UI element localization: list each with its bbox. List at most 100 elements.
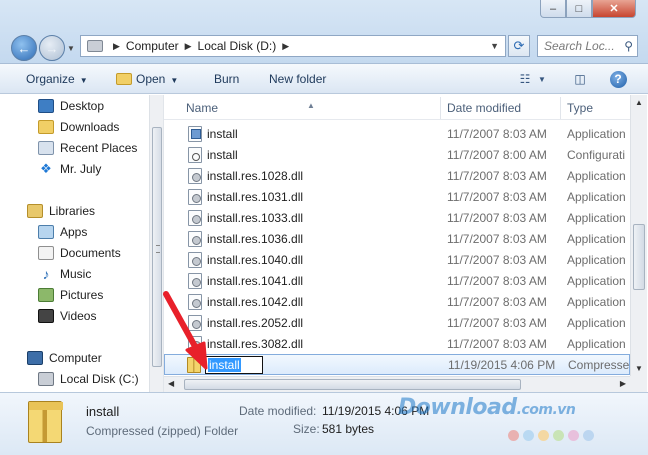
close-button[interactable]: ✕ [592, 0, 636, 18]
new-folder-button[interactable]: New folder [269, 72, 326, 86]
help-button[interactable]: ? [609, 70, 627, 88]
table-row[interactable]: install.res.1042.dll 11/7/2007 8:03 AM App… [164, 291, 630, 312]
refresh-button[interactable]: ⟳ [508, 35, 530, 57]
chevron-right-icon[interactable]: ▶ [282, 41, 289, 52]
nav-item-libraries[interactable]: Libraries [27, 201, 95, 221]
command-bar: Organize ▼ Open ▼ Burn New folder ☷ ▼ ◫ ? [0, 64, 648, 94]
grip-icon [156, 245, 160, 253]
scroll-down-icon[interactable]: ▼ [635, 364, 643, 373]
vertical-scrollbar-thumb[interactable] [633, 224, 645, 290]
file-date: 11/7/2007 8:00 AM [447, 148, 547, 162]
nav-item-computer[interactable]: Computer [27, 348, 102, 368]
column-divider[interactable] [560, 97, 561, 119]
address-dropdown-icon[interactable]: ▼ [490, 41, 499, 51]
table-row[interactable]: install.res.1041.dll 11/7/2007 8:03 AM App… [164, 270, 630, 291]
column-header-name[interactable]: Name [186, 101, 218, 115]
zip-folder-icon [187, 357, 201, 373]
file-type: Application [567, 190, 626, 204]
desktop-icon [38, 99, 54, 113]
exe-icon [188, 126, 202, 142]
file-type: Application [567, 127, 626, 141]
table-row[interactable]: install 11/7/2007 8:00 AM Configurati [164, 144, 630, 165]
column-header-type[interactable]: Type [567, 101, 593, 115]
breadcrumb-computer[interactable]: Computer [126, 39, 179, 53]
table-row[interactable]: install.res.3082.dll 11/7/2007 8:03 AM App… [164, 333, 630, 354]
organize-button[interactable]: Organize ▼ [26, 72, 88, 86]
nav-label: Pictures [60, 288, 104, 302]
file-date: 11/7/2007 8:03 AM [447, 316, 547, 330]
nav-item-local-disk-c[interactable]: Local Disk (C:) [38, 369, 139, 389]
details-pane: install Compressed (zipped) Folder Date … [0, 392, 648, 455]
column-header-date[interactable]: Date modified [447, 101, 521, 115]
nav-item-desktop[interactable]: Desktop [38, 96, 104, 116]
dll-icon [188, 315, 202, 331]
file-type: Application [567, 211, 626, 225]
address-bar[interactable]: ▶ Computer ▶ Local Disk (D:) ▶ ▼ [80, 35, 506, 57]
table-row-selected[interactable]: install 11/19/2015 4:06 PM Compresse [164, 354, 630, 375]
organize-label: Organize [26, 72, 75, 86]
file-type: Configurati [567, 148, 626, 162]
nav-item-recent-places[interactable]: Recent Places [38, 138, 137, 158]
view-options-icon[interactable]: ☷ [516, 70, 534, 88]
apps-library-icon [38, 225, 54, 239]
file-type: Application [567, 169, 626, 183]
size-label: Size: [293, 422, 320, 436]
nav-item-documents[interactable]: Documents [38, 243, 121, 263]
file-type: Application [567, 274, 626, 288]
scroll-up-icon[interactable]: ▲ [635, 98, 643, 107]
search-icon[interactable]: ⚲ [624, 39, 633, 53]
preview-pane-icon[interactable]: ◫ [571, 70, 589, 88]
file-name: install.res.1036.dll [207, 232, 304, 246]
drive-icon [38, 372, 54, 386]
column-divider[interactable] [440, 97, 441, 119]
table-row[interactable]: install.res.1036.dll 11/7/2007 8:03 AM App… [164, 228, 630, 249]
dropbox-icon: ❖ [40, 161, 52, 176]
window-controls: ‒ □ ✕ [540, 0, 636, 18]
table-row[interactable]: install.res.1028.dll 11/7/2007 8:03 AM App… [164, 165, 630, 186]
open-button[interactable]: Open ▼ [116, 72, 178, 86]
watermark-dot [538, 430, 549, 441]
maximize-button[interactable]: □ [566, 0, 592, 18]
scroll-right-icon[interactable]: ▶ [620, 379, 626, 388]
table-row[interactable]: install 11/7/2007 8:03 AM Application [164, 123, 630, 144]
breadcrumb-local-disk-d[interactable]: Local Disk (D:) [198, 39, 277, 53]
nav-item-music[interactable]: ♪ Music [38, 264, 92, 284]
open-label: Open [136, 72, 166, 86]
music-icon: ♪ [42, 266, 50, 282]
table-row[interactable]: install.res.2052.dll 11/7/2007 8:03 AM App… [164, 312, 630, 333]
table-row[interactable]: install.res.1031.dll 11/7/2007 8:03 AM App… [164, 186, 630, 207]
chevron-right-icon[interactable]: ▶ [113, 41, 120, 52]
watermark-dot [508, 430, 519, 441]
rename-input[interactable]: install [205, 356, 263, 374]
table-row[interactable]: install.res.1033.dll 11/7/2007 8:03 AM App… [164, 207, 630, 228]
file-date: 11/7/2007 8:03 AM [447, 253, 547, 267]
minimize-button[interactable]: ‒ [540, 0, 566, 18]
table-row[interactable]: install.res.1040.dll 11/7/2007 8:03 AM App… [164, 249, 630, 270]
back-button[interactable]: ← [11, 35, 37, 61]
watermark-dots [508, 430, 594, 441]
nav-scrollbar[interactable] [149, 95, 163, 392]
nav-item-pictures[interactable]: Pictures [38, 285, 103, 305]
burn-button[interactable]: Burn [214, 72, 239, 86]
nav-item-mr-july[interactable]: ❖ Mr. July [38, 159, 101, 179]
nav-item-apps[interactable]: Apps [38, 222, 87, 242]
horizontal-scrollbar-thumb[interactable] [184, 379, 521, 390]
nav-scrollbar-thumb[interactable] [152, 127, 162, 367]
nav-label: Libraries [49, 204, 96, 218]
libraries-icon [27, 204, 43, 218]
refresh-icon: ⟳ [513, 38, 525, 53]
chevron-right-icon[interactable]: ▶ [185, 41, 192, 52]
file-name: install.res.1040.dll [207, 253, 304, 267]
forward-button[interactable]: → [39, 35, 65, 61]
view-dropdown-icon[interactable]: ▼ [533, 70, 551, 88]
file-date: 11/7/2007 8:03 AM [447, 211, 547, 225]
scroll-left-icon[interactable]: ◀ [168, 379, 174, 388]
file-list-horizontal-scrollbar[interactable]: ◀ ▶ [164, 376, 630, 392]
nav-item-videos[interactable]: Videos [38, 306, 96, 326]
recent-pages-dropdown[interactable]: ▼ [67, 44, 75, 53]
nav-item-downloads[interactable]: Downloads [38, 117, 119, 137]
search-input[interactable]: Search Loc... ⚲ [537, 35, 638, 57]
file-type: Application [567, 295, 626, 309]
file-name: install.res.1028.dll [207, 169, 304, 183]
file-list-vertical-scrollbar[interactable]: ▲ ▼ [630, 95, 647, 376]
